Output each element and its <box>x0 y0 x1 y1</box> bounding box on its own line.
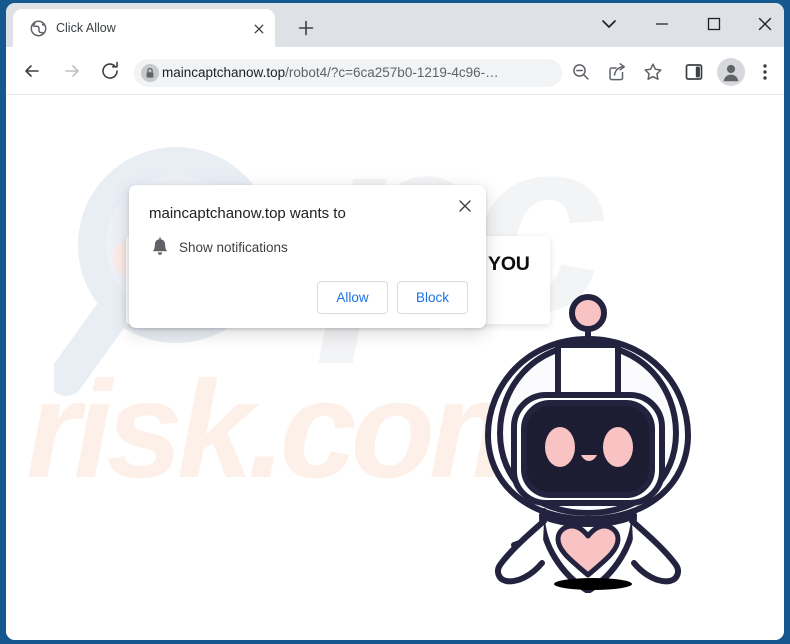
allow-button[interactable]: Allow <box>317 281 388 314</box>
profile-avatar-icon[interactable] <box>717 58 745 86</box>
bell-icon <box>151 237 169 257</box>
tab-strip: Click Allow <box>6 3 784 47</box>
zoom-icon[interactable] <box>568 59 594 85</box>
address-bar[interactable]: maincaptchanow.top/robot4/?c=6ca257b0-12… <box>134 59 562 87</box>
share-icon[interactable] <box>604 59 630 85</box>
url-host: maincaptchanow.top <box>162 65 286 80</box>
tab-close-icon[interactable] <box>251 21 267 37</box>
notification-permission-dialog: maincaptchanow.top wants to Show notific… <box>129 185 486 328</box>
side-panel-icon[interactable] <box>681 59 707 85</box>
window-close-button[interactable] <box>743 9 784 39</box>
reload-icon[interactable] <box>96 57 124 85</box>
robot-shadow <box>554 578 632 590</box>
bookmark-star-icon[interactable] <box>640 59 666 85</box>
permission-row-label: Show notifications <box>179 240 288 255</box>
block-button[interactable]: Block <box>397 281 468 314</box>
robot-mascot <box>466 283 726 594</box>
browser-tab[interactable]: Click Allow <box>13 9 275 47</box>
three-dot-menu-icon[interactable] <box>754 59 776 85</box>
close-icon[interactable] <box>456 197 474 215</box>
window-maximize-button[interactable] <box>692 9 736 39</box>
permission-dialog-title: maincaptchanow.top wants to <box>149 205 346 222</box>
browser-window: Click Allow maincaptchanow.top/robot4/?c… <box>0 0 790 644</box>
globe-icon <box>30 20 47 37</box>
browser-toolbar: maincaptchanow.top/robot4/?c=6ca257b0-12… <box>6 47 784 95</box>
browser-window-inner: Click Allow maincaptchanow.top/robot4/?c… <box>6 3 784 640</box>
window-minimize-button[interactable] <box>640 9 684 39</box>
new-tab-button[interactable] <box>294 16 318 40</box>
tab-title: Click Allow <box>56 21 116 35</box>
forward-arrow-icon <box>58 57 86 85</box>
back-arrow-icon[interactable] <box>18 57 46 85</box>
address-bar-url: maincaptchanow.top/robot4/?c=6ca257b0-12… <box>162 63 554 83</box>
tab-search-chevron-down-icon[interactable] <box>587 9 631 39</box>
page-viewport: pc risk.com <box>6 95 784 640</box>
lock-icon[interactable] <box>141 64 159 82</box>
url-path: /robot4/?c=6ca257b0-1219-4c96-… <box>285 65 499 80</box>
